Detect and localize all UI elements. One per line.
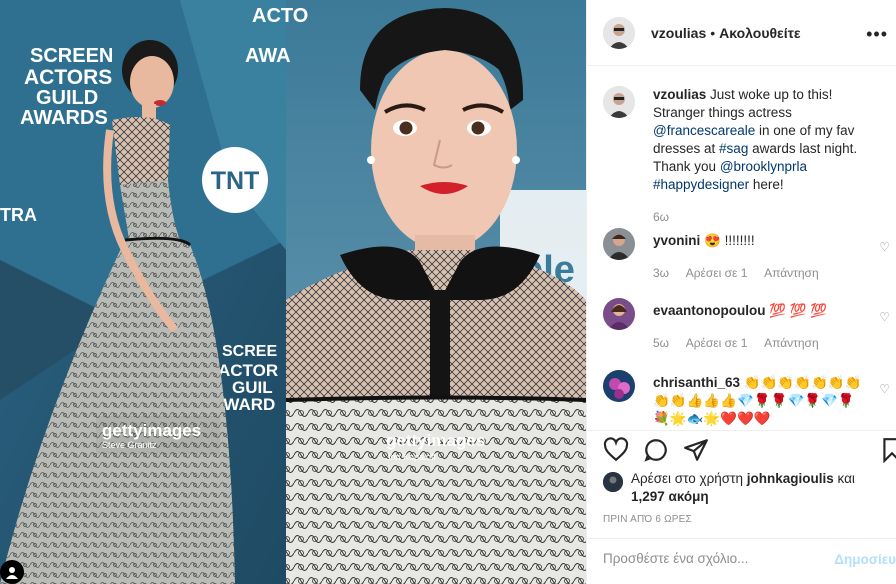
svg-text:AWARDS: AWARDS xyxy=(20,107,108,129)
comment-text: 💯 💯 💯 xyxy=(769,303,828,318)
sag-logo-text: SCREEN xyxy=(30,45,113,67)
photo-illustration: SCREEN ACTORS GUILD AWARDS TRA TNT SCREE… xyxy=(0,0,586,584)
comment-icon[interactable] xyxy=(643,437,669,463)
comment-username[interactable]: yvonini xyxy=(653,233,700,248)
avatar[interactable] xyxy=(603,16,635,49)
reply-button[interactable]: Απάντηση xyxy=(764,336,819,350)
svg-text:AWA: AWA xyxy=(245,45,291,67)
post-photo[interactable]: SCREEN ACTORS GUILD AWARDS TRA TNT SCREE… xyxy=(0,0,586,584)
comment-username[interactable]: evaantonopoulou xyxy=(653,303,766,318)
comments-list[interactable]: vzoulias Just woke up to this! Stranger … xyxy=(587,66,896,430)
svg-text:TRA: TRA xyxy=(0,205,37,225)
user-tag-icon[interactable] xyxy=(0,560,24,584)
svg-text:TNT: TNT xyxy=(211,167,260,195)
likes-count[interactable]: 1,297 ακόμη xyxy=(631,489,709,504)
avatar[interactable] xyxy=(603,298,635,330)
svg-text:ACTORS: ACTORS xyxy=(24,66,112,89)
reply-button[interactable]: Απάντηση xyxy=(764,266,819,280)
avatar[interactable] xyxy=(603,228,635,260)
likes-user[interactable]: johnkagioulis xyxy=(747,471,834,486)
comment-like-icon[interactable]: ♡ xyxy=(879,382,890,396)
following-button[interactable]: Ακολουθείτε xyxy=(719,25,800,41)
share-icon[interactable] xyxy=(683,437,709,463)
comment-likes[interactable]: Αρέσει σε 1 xyxy=(686,266,748,280)
separator-dot: • xyxy=(710,24,716,41)
more-horizontal-icon[interactable]: ••• xyxy=(866,24,888,45)
svg-text:ACTO: ACTO xyxy=(252,5,308,27)
mention-link[interactable]: @francescareale xyxy=(653,123,755,138)
comment-username[interactable]: chrisanthi_63 xyxy=(653,375,740,390)
action-bar xyxy=(587,430,896,466)
comment-time: 5ω xyxy=(653,336,670,350)
mention-link[interactable]: @brooklynprla xyxy=(720,159,807,174)
comment-like-icon[interactable]: ♡ xyxy=(879,310,890,324)
svg-text:GUILD: GUILD xyxy=(36,87,98,109)
avatar[interactable] xyxy=(603,370,635,402)
bookmark-icon[interactable] xyxy=(879,437,896,463)
comment-text: 😍 !!!!!!!! xyxy=(704,233,755,248)
heart-icon[interactable] xyxy=(603,437,629,463)
post-timestamp[interactable]: ΠΡΙΝ ΑΠΌ 6 ΩΡΕΣ xyxy=(603,514,692,525)
hashtag-link[interactable]: #happydesigner xyxy=(653,177,749,192)
post-header: vzoulias • Ακολουθείτε ••• xyxy=(587,0,896,66)
add-comment-bar: Δημοσίευ xyxy=(587,538,896,584)
post-button[interactable]: Δημοσίευ xyxy=(834,552,896,567)
svg-text:Steve Granitz: Steve Granitz xyxy=(102,440,157,450)
caption-username[interactable]: vzoulias xyxy=(653,87,706,102)
svg-text:SCREE: SCREE xyxy=(222,343,277,360)
svg-text:Jon Kopaloff: Jon Kopaloff xyxy=(386,452,436,462)
header-username[interactable]: vzoulias xyxy=(651,25,706,41)
post-sidebar: vzoulias • Ακολουθείτε ••• vzoulias Just… xyxy=(586,0,896,584)
getty-logo-right: gettyimages xyxy=(386,431,485,450)
avatar[interactable] xyxy=(603,472,623,492)
comment-input[interactable] xyxy=(603,551,813,566)
comment-likes[interactable]: Αρέσει σε 1 xyxy=(686,336,748,350)
caption-time: 6ω xyxy=(653,210,670,224)
hashtag-link[interactable]: #sag xyxy=(719,141,748,156)
getty-logo-left: gettyimages xyxy=(102,421,201,440)
comment-like-icon[interactable]: ♡ xyxy=(879,240,890,254)
comment-time: 3ω xyxy=(653,266,670,280)
avatar[interactable] xyxy=(603,86,635,118)
likes-prefix: Αρέσει στο χρήστη xyxy=(631,471,743,486)
